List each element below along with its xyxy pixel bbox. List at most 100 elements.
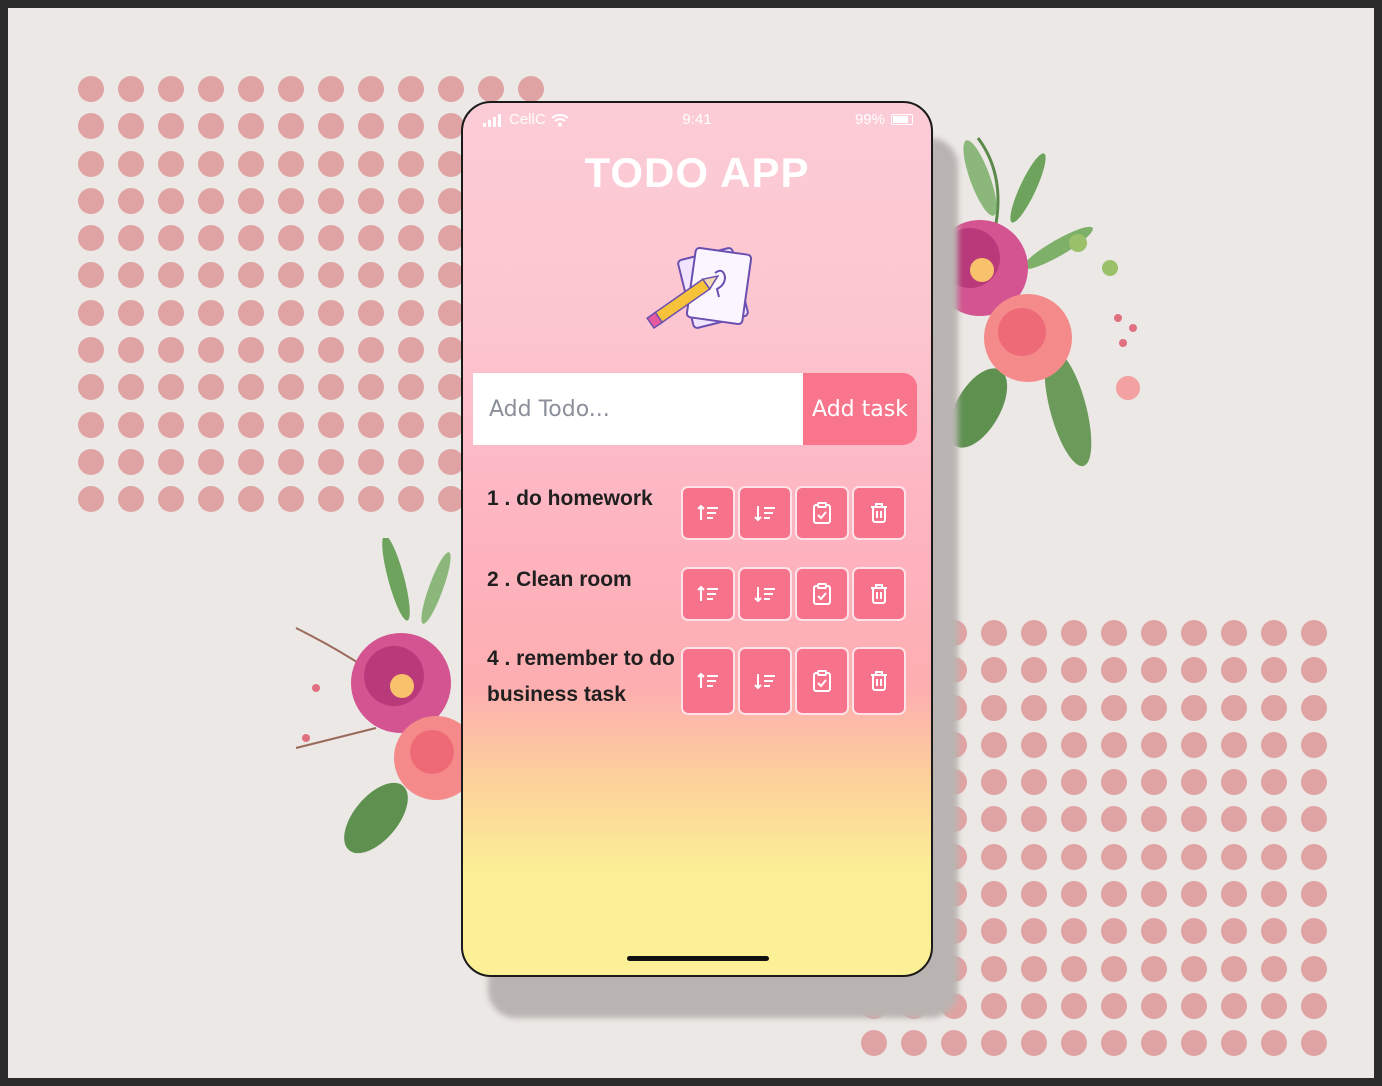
decorative-dot [158,262,184,289]
sort-ascending-icon [697,585,718,601]
add-task-button[interactable]: Add task [803,373,917,445]
sort-descending-icon [754,674,775,690]
decorative-dot [1101,955,1127,982]
decorative-dot [1101,992,1127,1019]
decorative-dot [518,76,544,102]
app-title: TODO APP [584,149,810,196]
flower-decoration-left [295,538,478,854]
decorative-dot [1221,657,1247,684]
decorative-dot [398,337,424,364]
sort-descending-icon [754,506,775,522]
decorative-dot [1021,731,1047,758]
decorative-dot [1061,843,1087,870]
todo-label: 4 . remember to do business task [487,647,675,706]
decorative-dot [1221,881,1247,908]
decorative-dot [1261,1030,1287,1057]
decorative-dot [158,374,184,401]
decorative-dot [318,374,344,401]
decorative-dot [118,486,144,513]
decorative-dot [158,448,184,475]
decorative-dot [1101,769,1127,796]
decorative-dot [1141,881,1167,908]
complete-button[interactable] [795,647,849,715]
decorative-dot [1061,955,1087,982]
decorative-dot [438,76,464,102]
decorative-dot [278,374,304,401]
decorative-dot [318,262,344,289]
decorative-dot [1221,1030,1247,1057]
decorative-dot [1141,843,1167,870]
decorative-dot [1301,955,1327,982]
todo-label: 1 . do homework [487,487,653,510]
decorative-dot [1221,843,1247,870]
decorative-dot [78,187,104,214]
decorative-dot [1261,955,1287,982]
decorative-dot [158,486,184,513]
decorative-dot [318,411,344,438]
decorative-dot [318,187,344,214]
decorative-dot [1141,1030,1167,1057]
trash-icon [871,503,887,523]
move-down-button[interactable] [738,647,792,715]
decorative-dot [158,187,184,214]
decorative-dot [981,657,1007,684]
decorative-dot [118,448,144,475]
decorative-dot [1101,918,1127,945]
decorative-dot [1221,620,1247,646]
decorative-dot [118,337,144,364]
decorative-dot [198,76,224,102]
decorative-dot [158,113,184,140]
decorative-dot [1021,843,1047,870]
decorative-dot [198,225,224,252]
decorative-dot [1221,731,1247,758]
decorative-dot [1141,918,1167,945]
decorative-dot [118,299,144,326]
decorative-dot [358,411,384,438]
decorative-dot [1301,1030,1327,1057]
decorative-dot [398,76,424,102]
decorative-dot [398,225,424,252]
decorative-dot [1301,620,1327,646]
decorative-dot [1021,881,1047,908]
decorative-dot [1021,806,1047,833]
decorative-dot [478,76,504,102]
delete-button[interactable] [852,486,906,540]
todo-input[interactable] [473,373,803,445]
home-indicator[interactable] [627,956,769,961]
delete-button[interactable] [852,647,906,715]
decorative-dot [1061,918,1087,945]
notes-pencil-icon [646,246,753,330]
decorative-dot [1261,992,1287,1019]
move-up-button[interactable] [681,647,735,715]
complete-button[interactable] [795,486,849,540]
clipboard-check-icon [813,670,831,692]
decorative-dot [1261,843,1287,870]
decorative-dot [981,843,1007,870]
decorative-dot [1181,694,1207,721]
complete-button[interactable] [795,567,849,621]
move-down-button[interactable] [738,567,792,621]
decorative-dot [1061,769,1087,796]
clipboard-check-icon [813,583,831,605]
decorative-dot [1061,881,1087,908]
decorative-dot [278,262,304,289]
delete-button[interactable] [852,567,906,621]
decorative-dot [198,187,224,214]
move-down-button[interactable] [738,486,792,540]
decorative-dot [981,955,1007,982]
decorative-dot [1021,955,1047,982]
move-up-button[interactable] [681,486,735,540]
decorative-dot [278,76,304,102]
decorative-dot [1181,843,1207,870]
decorative-dot [238,374,264,401]
decorative-dot [198,374,224,401]
move-up-button[interactable] [681,567,735,621]
decorative-dot [318,448,344,475]
decorative-dot [1061,620,1087,646]
decorative-dot [1181,955,1207,982]
add-todo-form: Add task [473,373,917,445]
decorative-dot [1221,992,1247,1019]
decorative-dot [1301,731,1327,758]
decorative-dot [198,150,224,177]
decorative-dot [78,411,104,438]
